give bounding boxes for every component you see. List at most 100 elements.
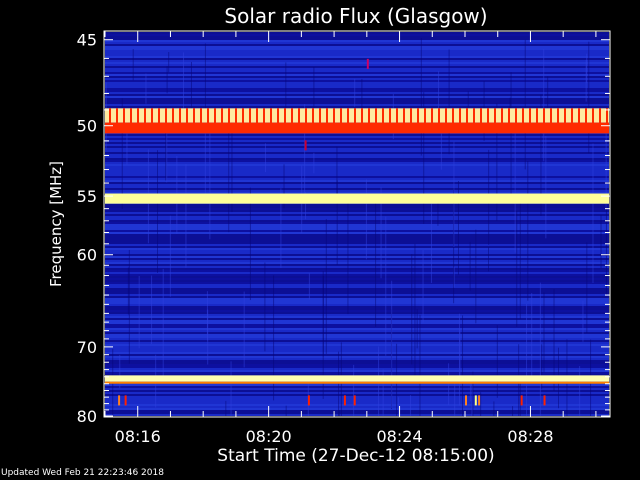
heatmap-streak	[592, 143, 594, 283]
burst-0	[118, 395, 121, 406]
heatmap-streak	[375, 202, 377, 327]
heatmap-row	[105, 104, 609, 106]
heatmap-streak	[430, 197, 432, 283]
heatmap-row	[105, 334, 609, 336]
y-tick-label: 55	[77, 187, 97, 206]
heatmap-streak	[586, 242, 588, 333]
heatmap-row	[105, 240, 609, 242]
heatmap-row	[105, 296, 609, 298]
heatmap-row	[105, 260, 609, 262]
heatmap-row	[105, 350, 609, 352]
heatmap-streak	[414, 243, 416, 377]
heatmap-row	[105, 322, 609, 324]
heatmap-row	[105, 292, 609, 294]
heatmap-streak	[420, 38, 422, 156]
heatmap-streak	[398, 397, 400, 416]
heatmap-streak	[249, 187, 251, 301]
heatmap-row	[105, 352, 609, 354]
heatmap-row	[105, 280, 609, 282]
heatmap-row	[105, 246, 609, 248]
heatmap-streak	[264, 262, 266, 352]
heatmap-row	[105, 344, 609, 346]
heatmap-row	[105, 402, 609, 404]
heatmap-row	[105, 94, 609, 96]
heatmap-row	[105, 166, 609, 168]
heatmap-row	[105, 162, 609, 164]
heatmap-row	[105, 138, 609, 140]
heatmap-streak	[493, 401, 495, 416]
heatmap-row	[105, 216, 609, 218]
heatmap-row	[105, 354, 609, 356]
heatmap-row	[105, 360, 609, 362]
burst-2	[307, 395, 310, 406]
heatmap-streak	[168, 52, 170, 73]
heatmap-streak	[204, 124, 206, 199]
heatmap-row	[105, 348, 609, 350]
heatmap-streak	[128, 249, 130, 364]
heatmap-streak	[422, 249, 424, 323]
heatmap-row	[105, 366, 609, 368]
burst-6	[474, 395, 477, 406]
heatmap-row	[105, 172, 609, 174]
heatmap-row	[105, 278, 609, 280]
y-tick-label: 80	[77, 407, 97, 426]
heatmap-row	[105, 60, 609, 62]
heatmap-row	[105, 276, 609, 278]
heatmap-row	[105, 92, 609, 94]
heatmap-streak	[453, 266, 455, 288]
heatmap-row	[105, 80, 609, 82]
heatmap-streak	[365, 179, 367, 260]
heatmap-row	[105, 390, 609, 392]
band-4	[105, 381, 609, 384]
heatmap-row	[105, 64, 609, 66]
heatmap-row	[105, 148, 609, 150]
chart-title: Solar radio Flux (Glasgow)	[224, 4, 487, 28]
heatmap-row	[105, 62, 609, 64]
heatmap-row	[105, 302, 609, 304]
heatmap-streak	[228, 126, 230, 233]
heatmap-row	[105, 236, 609, 238]
heatmap-row	[105, 222, 609, 224]
heatmap-streak	[411, 253, 413, 365]
heatmap-row	[105, 102, 609, 104]
y-tick-label: 70	[77, 338, 97, 357]
spectrogram-chart: Solar radio Flux (Glasgow) 455055607080 …	[47, 4, 611, 466]
heatmap-row	[105, 388, 609, 390]
heatmap-streak	[151, 275, 153, 344]
heatmap-streak	[338, 351, 340, 416]
heatmap-streak	[526, 303, 528, 416]
heatmap-row	[105, 250, 609, 252]
heatmap-row	[105, 86, 609, 88]
heatmap-row	[105, 400, 609, 402]
heatmap-streak	[448, 49, 450, 155]
heatmap-row	[105, 40, 609, 42]
heatmap-streak	[162, 268, 164, 379]
heatmap-row	[105, 256, 609, 258]
heatmap-row	[105, 136, 609, 138]
heatmap-row	[105, 384, 609, 386]
heatmap-streak	[519, 195, 521, 320]
heatmap-row	[105, 52, 609, 54]
heatmap-streak	[448, 363, 450, 405]
heatmap-streak	[353, 364, 355, 416]
heatmap-row	[105, 372, 609, 374]
heatmap-row	[105, 158, 609, 160]
heatmap-streak	[524, 39, 526, 170]
heatmap-row	[105, 164, 609, 166]
burst-5	[465, 395, 467, 406]
heatmap-row	[105, 362, 609, 364]
heatmap-row	[105, 44, 609, 46]
burst-8	[520, 395, 523, 406]
heatmap-row	[105, 368, 609, 370]
burst-9	[543, 395, 546, 406]
updated-timestamp: Updated Wed Feb 21 22:23:46 2018	[1, 468, 164, 478]
burst-11	[304, 140, 307, 151]
heatmap-row	[105, 266, 609, 268]
heatmap-streak	[336, 180, 338, 265]
y-tick-label: 45	[77, 31, 97, 50]
heatmap-row	[105, 290, 609, 292]
heatmap-row	[105, 106, 609, 108]
y-tick-label: 60	[77, 246, 97, 265]
heatmap-row	[105, 184, 609, 186]
y-tick-label: 50	[77, 117, 97, 136]
